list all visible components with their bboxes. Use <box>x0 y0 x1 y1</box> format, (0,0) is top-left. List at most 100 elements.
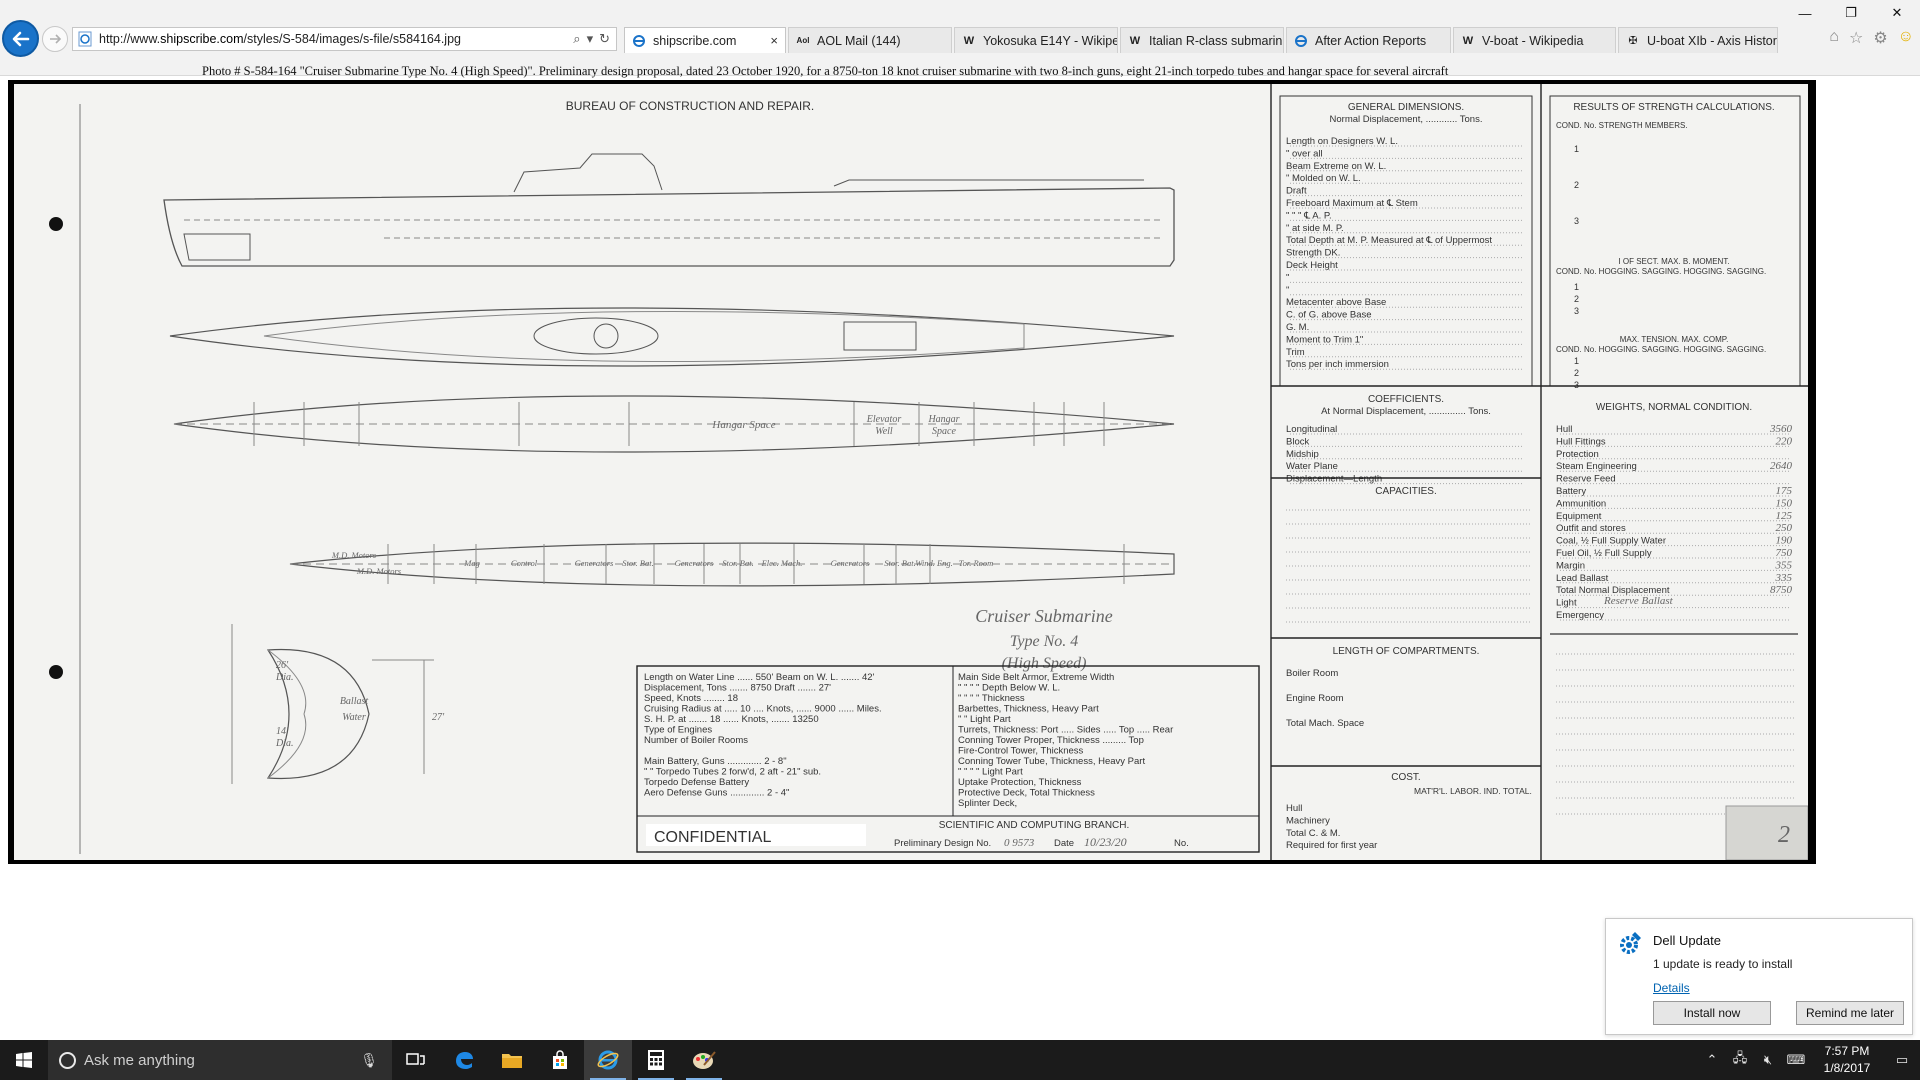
keyboard-icon[interactable]: ⌨ <box>1782 1052 1810 1068</box>
file-explorer-icon[interactable] <box>488 1040 536 1080</box>
wikipedia-icon: W <box>963 34 975 47</box>
armor-row: Conning Tower Proper, Thickness ........… <box>958 735 1144 746</box>
back-arrow-icon <box>12 31 29 46</box>
title-line-3: (High Speed) <box>1002 655 1087 672</box>
machinery-label: Elec. Mach. <box>761 558 803 568</box>
browser-tab[interactable]: W V-boat - Wikipedia <box>1453 27 1616 53</box>
clock-date: 1/8/2017 <box>1823 1061 1871 1075</box>
browser-tab[interactable]: After Action Reports <box>1286 27 1451 53</box>
show-hidden-icons-chevron-icon[interactable]: ⌃ <box>1698 1052 1726 1068</box>
weight-label: Lead Ballast <box>1556 573 1609 584</box>
cond-number: 3 <box>1574 306 1579 316</box>
section-title: COST. <box>1391 772 1420 783</box>
machinery-label: Generators <box>675 558 714 568</box>
browser-tab[interactable]: ✠ U-boat XIb - Axis Histor... <box>1618 27 1778 53</box>
browser-tab[interactable]: W Yokosuka E14Y - Wikipe... <box>954 27 1118 53</box>
sci-branch-label: SCIENTIFIC AND COMPUTING BRANCH. <box>939 820 1130 831</box>
url-text[interactable]: http://www.shipscribe.com/styles/S-584/i… <box>99 32 573 46</box>
cortana-search-box[interactable]: Ask me anything 🎙︎ <box>48 1040 392 1080</box>
tab-label: U-boat XIb - Axis Histor... <box>1647 33 1778 48</box>
search-placeholder: Ask me anything <box>84 1051 195 1069</box>
dimension-row: Trim <box>1286 347 1305 358</box>
no-label: No. <box>1174 838 1189 849</box>
tab-label: After Action Reports <box>1315 33 1427 48</box>
tab-label: AOL Mail (144) <box>817 33 901 48</box>
action-center-icon[interactable]: ▭ <box>1884 1052 1920 1068</box>
strength-header: COND. No. HOGGING. SAGGING. HOGGING. SAG… <box>1556 267 1766 276</box>
elevator-label: Well <box>875 426 893 437</box>
dimension-label: 26' <box>276 660 289 671</box>
title-line-2: Type No. 4 <box>1010 633 1079 650</box>
start-button[interactable] <box>0 1040 48 1080</box>
sheet-number-tab <box>1725 805 1808 860</box>
cost-row: Required for first year <box>1286 840 1377 851</box>
smiley-feedback-icon[interactable]: ☺ <box>1898 28 1914 48</box>
task-view-icon[interactable] <box>392 1040 440 1080</box>
address-bar[interactable]: http://www.shipscribe.com/styles/S-584/i… <box>72 27 617 51</box>
compartment-row: Boiler Room <box>1286 668 1338 679</box>
submarine-top-view <box>169 307 1175 367</box>
armor-row: Turrets, Thickness: Port ..... Sides ...… <box>958 725 1173 736</box>
particulars-row: Displacement, Tons ....... 8750 Draft ..… <box>644 683 831 694</box>
internet-explorer-icon[interactable] <box>584 1040 632 1080</box>
strength-header: MAX. TENSION. MAX. COMP. <box>1620 335 1729 344</box>
particulars-row: Length on Water Line ...... 550' Beam on… <box>644 672 875 683</box>
close-window-button[interactable]: ✕ <box>1874 0 1920 26</box>
dimension-row: Metacenter above Base <box>1286 297 1386 308</box>
cond-number: 2 <box>1574 294 1579 304</box>
calculator-icon[interactable] <box>632 1040 680 1080</box>
remind-later-button[interactable]: Remind me later <box>1796 1001 1904 1025</box>
armor-row: " " Light Part <box>958 714 1011 725</box>
dimension-row: " over all <box>1286 148 1323 159</box>
volume-muted-icon[interactable]: 🔇︎ <box>1754 1052 1782 1068</box>
weight-label: Coal, ½ Full Supply Water <box>1556 536 1666 547</box>
hatch <box>843 321 917 351</box>
clock[interactable]: 7:57 PM 1/8/2017 <box>1810 1043 1884 1077</box>
conning-tower <box>513 153 663 193</box>
armor-row: Fire-Control Tower, Thickness <box>958 746 1084 757</box>
dropdown-icon[interactable]: ▾ <box>587 31 594 47</box>
browser-tab[interactable]: Aol AOL Mail (144) <box>788 27 952 53</box>
settings-gear-icon[interactable]: ⚙ <box>1873 28 1887 48</box>
hangar-space-label: Hangar Space <box>711 419 775 431</box>
favorites-star-icon[interactable]: ☆ <box>1849 28 1863 48</box>
particulars-row: Type of Engines <box>644 725 712 736</box>
dimension-row: " Molded on W. L. <box>1286 173 1361 184</box>
home-icon[interactable]: ⌂ <box>1829 28 1839 48</box>
machinery-label: Generators <box>831 558 870 568</box>
machinery-label: Tor. Room <box>959 558 994 568</box>
browser-tab[interactable]: W Italian R-class submarin... <box>1120 27 1284 53</box>
weight-label: Emergency <box>1556 610 1604 621</box>
weight-value: 150 <box>1776 497 1793 509</box>
elevator-label: Elevator <box>866 414 902 425</box>
weight-value: 250 <box>1776 522 1793 534</box>
install-now-button[interactable]: Install now <box>1653 1001 1771 1025</box>
browser-tab[interactable]: shipscribe.com × <box>624 27 786 53</box>
weight-value: 750 <box>1776 547 1793 559</box>
maximize-button[interactable]: ❐ <box>1828 0 1874 26</box>
edge-icon[interactable] <box>440 1040 488 1080</box>
dell-update-notification: Dell Update 1 update is ready to install… <box>1605 918 1913 1035</box>
minimize-button[interactable]: — <box>1782 0 1828 26</box>
microphone-icon[interactable]: 🎙︎ <box>360 1052 378 1069</box>
weight-label: Ammunition <box>1556 498 1606 509</box>
cond-number: 2 <box>1574 368 1579 378</box>
back-button[interactable] <box>2 20 39 57</box>
forward-button[interactable] <box>42 26 68 52</box>
weight-label: Outfit and stores <box>1556 523 1626 534</box>
tab-close-icon[interactable]: × <box>770 33 778 48</box>
toast-details-link[interactable]: Details <box>1653 981 1690 995</box>
wikipedia-icon: W <box>1462 34 1474 47</box>
refresh-icon[interactable]: ↻ <box>599 31 610 47</box>
weight-label: Light <box>1556 598 1577 609</box>
drawing-paper: BUREAU OF CONSTRUCTION AND REPAIR. Hangar… <box>14 84 1808 860</box>
tab-label: Yokosuka E14Y - Wikipe... <box>983 33 1118 48</box>
paint-icon[interactable] <box>680 1040 728 1080</box>
compartment-row: Engine Room <box>1286 693 1344 704</box>
armor-row: " " " " Depth Below W. L. <box>958 683 1060 694</box>
search-icon[interactable]: ⌕ <box>573 31 580 47</box>
network-icon[interactable]: 🖧 <box>1726 1049 1754 1071</box>
date-value: 10/23/20 <box>1084 835 1127 849</box>
store-icon[interactable] <box>536 1040 584 1080</box>
tab-label: shipscribe.com <box>653 33 737 48</box>
